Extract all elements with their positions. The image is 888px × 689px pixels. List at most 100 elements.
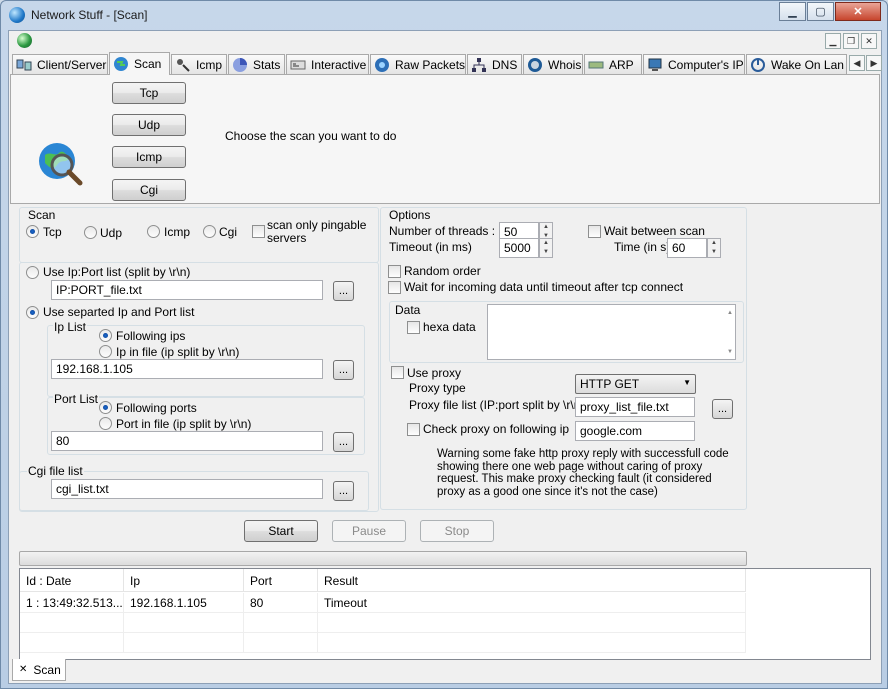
proxy-file-input[interactable]: proxy_list_file.txt bbox=[575, 397, 695, 417]
port-input[interactable]: 80 bbox=[51, 431, 323, 451]
ip-input[interactable]: 192.168.1.105 bbox=[51, 359, 323, 379]
col-header-id-date[interactable]: Id : Date bbox=[20, 569, 124, 592]
tab-dns[interactable]: DNS bbox=[467, 54, 522, 74]
scan-udp-radio[interactable] bbox=[84, 226, 97, 239]
mdi-child-icon[interactable] bbox=[17, 33, 32, 48]
tab-scroll-left-button[interactable]: ◀ bbox=[849, 55, 865, 71]
textarea-scroll-up-icon[interactable]: ▲ bbox=[727, 310, 733, 316]
proxy-type-select[interactable]: HTTP GET ▼ bbox=[575, 374, 696, 394]
pause-button[interactable]: Pause bbox=[332, 520, 406, 542]
ipport-file-input[interactable]: IP:PORT_file.txt bbox=[51, 280, 323, 300]
scan-icmp-label: Icmp bbox=[164, 225, 191, 239]
use-separated-label: Use separted Ip and Port list bbox=[43, 305, 195, 319]
scan-group-title: Scan bbox=[27, 208, 57, 222]
data-textarea[interactable]: ▲ ▼ bbox=[487, 304, 736, 360]
port-following-radio[interactable] bbox=[99, 401, 112, 414]
cgi-browse-button[interactable]: ... bbox=[333, 481, 354, 501]
proxy-file-label: Proxy file list (IP:port split by \r\n) bbox=[409, 398, 585, 412]
empty-cell bbox=[124, 633, 244, 653]
tab-stats[interactable]: Stats bbox=[228, 54, 285, 74]
tab-raw-packets[interactable]: Raw Packets bbox=[370, 54, 466, 74]
scan-type-icmp-button[interactable]: Icmp bbox=[112, 146, 186, 168]
tab-interactive[interactable]: Interactive bbox=[286, 54, 369, 74]
tab-wake-on-lan[interactable]: Wake On Lan bbox=[746, 54, 847, 74]
pingable-only-checkbox[interactable] bbox=[252, 225, 265, 238]
ipport-browse-button[interactable]: ... bbox=[333, 281, 354, 301]
empty-cell bbox=[124, 613, 244, 633]
main-window: Network Stuff - [Scan] ▁ ▢ ✕ ▁ ❐ ✕ Clien… bbox=[0, 0, 888, 689]
scan-cgi-label: Cgi bbox=[219, 225, 238, 239]
timeout-input[interactable]: 5000 bbox=[499, 238, 539, 258]
col-header-result[interactable]: Result bbox=[318, 569, 746, 592]
scan-prompt-text: Choose the scan you want to do bbox=[225, 129, 397, 143]
cell-port[interactable]: 80 bbox=[244, 593, 318, 613]
tab-whois[interactable]: Whois bbox=[523, 54, 583, 74]
tab-computers-ip[interactable]: Computer's IP bbox=[643, 54, 745, 74]
bottom-tab-scan[interactable]: ✕ Scan bbox=[12, 659, 66, 681]
scan-type-udp-button[interactable]: Udp bbox=[112, 114, 186, 136]
scan-tcp-radio[interactable] bbox=[26, 225, 39, 238]
tab-label: Icmp bbox=[196, 57, 223, 72]
check-proxy-checkbox[interactable] bbox=[407, 423, 420, 436]
timeout-spinner[interactable]: ▲ ▼ bbox=[539, 238, 553, 258]
ip-following-radio[interactable] bbox=[99, 329, 112, 342]
ip-in-file-radio[interactable] bbox=[99, 345, 112, 358]
cell-result[interactable]: Timeout bbox=[318, 593, 746, 613]
scan-type-cgi-button[interactable]: Cgi bbox=[112, 179, 186, 201]
random-order-label: Random order bbox=[404, 264, 481, 278]
cell-id-date[interactable]: 1 : 13:49:32.513... bbox=[20, 593, 124, 613]
close-icon[interactable]: ✕ bbox=[19, 664, 27, 675]
tab-arp[interactable]: ARP bbox=[584, 54, 642, 74]
scan-cgi-radio[interactable] bbox=[203, 225, 216, 238]
computer-icon bbox=[648, 58, 662, 71]
scan-type-tcp-button[interactable]: Tcp bbox=[112, 82, 186, 104]
stop-button[interactable]: Stop bbox=[420, 520, 494, 542]
check-proxy-input[interactable]: google.com bbox=[575, 421, 695, 441]
wait-incoming-checkbox[interactable] bbox=[388, 281, 401, 294]
port-in-file-radio[interactable] bbox=[99, 417, 112, 430]
cgi-file-input[interactable]: cgi_list.txt bbox=[51, 479, 323, 499]
child-minimize-button[interactable]: ▁ bbox=[825, 33, 841, 49]
terminal-icon bbox=[290, 60, 306, 69]
start-button[interactable]: Start bbox=[244, 520, 318, 542]
child-restore-button[interactable]: ❐ bbox=[843, 33, 859, 49]
tab-scroll-right-button[interactable]: ▶ bbox=[866, 55, 882, 71]
maximize-button[interactable]: ▢ bbox=[807, 2, 834, 21]
use-ipport-list-radio[interactable] bbox=[26, 266, 39, 279]
wait-between-checkbox[interactable] bbox=[588, 225, 601, 238]
port-in-file-label: Port in file (ip split by \r\n) bbox=[116, 417, 252, 431]
chevron-down-icon: ▼ bbox=[683, 378, 691, 387]
cell-ip[interactable]: 192.168.1.105 bbox=[124, 593, 244, 613]
scan-icmp-radio[interactable] bbox=[147, 225, 160, 238]
icmp-icon bbox=[177, 58, 190, 72]
scan-tcp-label: Tcp bbox=[43, 225, 62, 239]
tab-icmp[interactable]: Icmp bbox=[171, 54, 227, 74]
ip-browse-button[interactable]: ... bbox=[333, 360, 354, 380]
time-input[interactable]: 60 bbox=[667, 238, 707, 258]
child-close-button[interactable]: ✕ bbox=[861, 33, 877, 49]
time-label: Time (in s) bbox=[614, 240, 671, 254]
tab-label: Wake On Lan bbox=[771, 57, 844, 72]
time-spinner[interactable]: ▲ ▼ bbox=[707, 238, 721, 258]
window-title: Network Stuff - [Scan] bbox=[31, 8, 148, 22]
tab-client-server[interactable]: Client/Server bbox=[12, 54, 108, 74]
col-header-port[interactable]: Port bbox=[244, 569, 318, 592]
hexa-data-label: hexa data bbox=[423, 320, 476, 334]
tab-label: ARP bbox=[609, 57, 634, 72]
proxy-type-value: HTTP GET bbox=[580, 377, 640, 391]
random-order-checkbox[interactable] bbox=[388, 265, 401, 278]
hexa-data-checkbox[interactable] bbox=[407, 321, 420, 334]
use-proxy-checkbox[interactable] bbox=[391, 366, 404, 379]
tool-tabs: Client/Server Scan Icmp Stats Interactiv… bbox=[12, 52, 882, 75]
empty-cell bbox=[318, 633, 746, 653]
textarea-scroll-down-icon[interactable]: ▼ bbox=[727, 349, 733, 355]
col-header-ip[interactable]: Ip bbox=[124, 569, 244, 592]
minimize-button[interactable]: ▁ bbox=[779, 2, 806, 21]
ip-list-title: Ip List bbox=[53, 320, 88, 334]
close-button[interactable]: ✕ bbox=[835, 2, 881, 21]
use-separated-radio[interactable] bbox=[26, 306, 39, 319]
port-browse-button[interactable]: ... bbox=[333, 432, 354, 452]
tab-scan[interactable]: Scan bbox=[109, 52, 170, 75]
proxy-browse-button[interactable]: ... bbox=[712, 399, 733, 419]
progress-bar bbox=[19, 551, 747, 566]
